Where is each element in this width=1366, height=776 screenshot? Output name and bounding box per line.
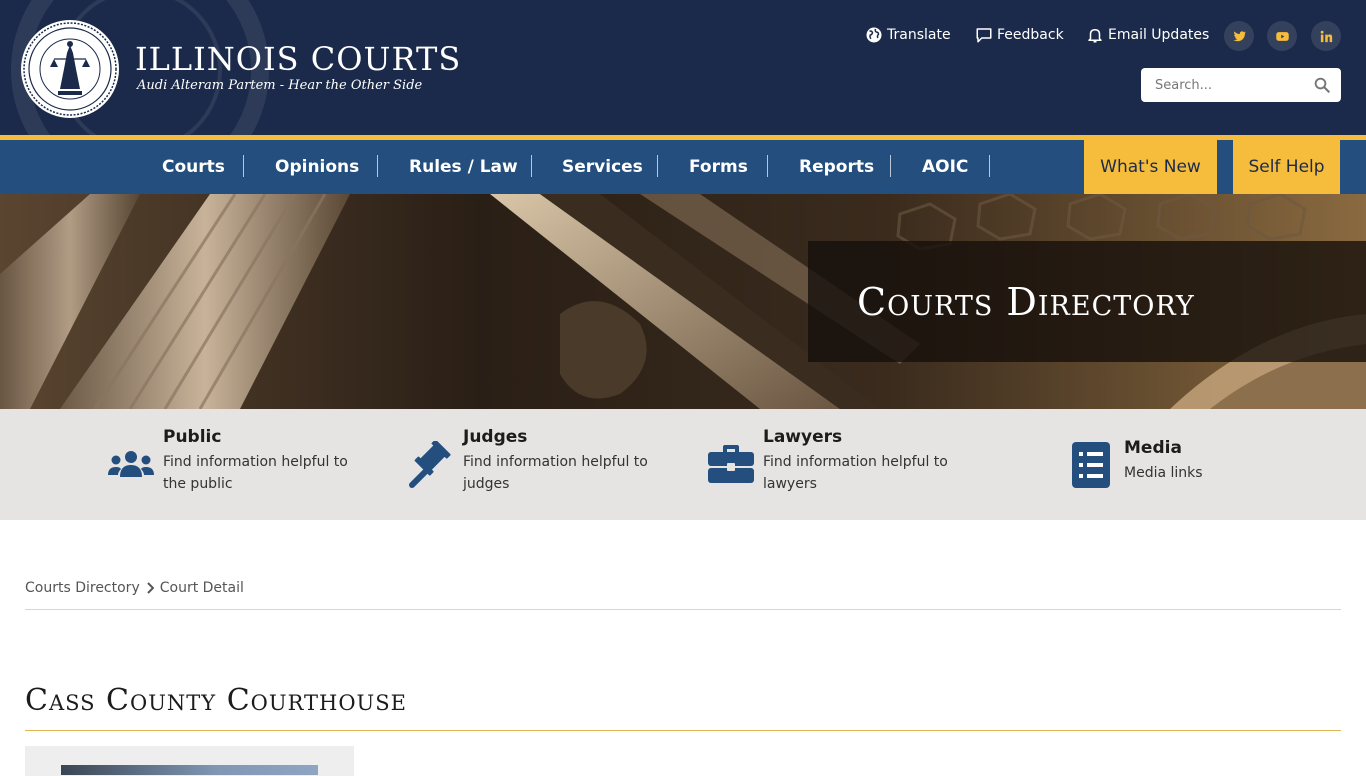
supreme-court-seal-icon xyxy=(21,20,119,118)
hero-title: Courts Directory xyxy=(857,279,1195,324)
twitter-link[interactable] xyxy=(1224,21,1254,51)
audience-title: Public xyxy=(163,427,222,447)
list-icon xyxy=(1072,442,1110,488)
gavel-icon xyxy=(409,441,451,488)
youtube-link[interactable] xyxy=(1267,21,1297,51)
nav-divider xyxy=(989,155,990,177)
audience-media[interactable]: Media Media links xyxy=(1072,409,1272,520)
site-title: ILLINOIS COURTS xyxy=(135,40,462,78)
feedback-link[interactable]: Feedback xyxy=(975,26,1064,44)
courthouse-photo-frame xyxy=(25,746,354,776)
youtube-icon xyxy=(1275,31,1289,41)
nav-divider xyxy=(767,155,768,177)
hero-title-box: Courts Directory xyxy=(808,241,1366,362)
nav-item-opinions[interactable]: Opinions xyxy=(275,140,359,194)
bell-icon xyxy=(1088,29,1102,43)
page-title: Cass County Courthouse xyxy=(25,683,407,718)
translate-link[interactable]: Translate xyxy=(865,26,951,44)
nav-item-courts[interactable]: Courts xyxy=(162,140,225,194)
audience-desc: Find information helpful to lawyers xyxy=(763,454,948,492)
email-updates-label: Email Updates xyxy=(1108,27,1210,43)
whats-new-button[interactable]: What's New xyxy=(1084,140,1217,194)
audience-band: Public Find information helpful to the p… xyxy=(0,409,1366,520)
nav-divider xyxy=(377,155,378,177)
nav-item-services[interactable]: Services xyxy=(562,140,643,194)
audience-public[interactable]: Public Find information helpful to the p… xyxy=(108,409,368,520)
self-help-button[interactable]: Self Help xyxy=(1233,140,1340,194)
title-underline xyxy=(25,730,1341,731)
search-icon[interactable] xyxy=(1313,76,1331,94)
main-nav: Courts Opinions Rules / Law Services For… xyxy=(0,140,1366,194)
chevron-right-icon xyxy=(147,582,154,594)
breadcrumb-courts-directory[interactable]: Courts Directory xyxy=(25,580,140,596)
nav-divider xyxy=(657,155,658,177)
audience-title: Lawyers xyxy=(763,427,843,447)
linkedin-icon xyxy=(1320,30,1332,42)
nav-divider xyxy=(531,155,532,177)
nav-item-forms[interactable]: Forms xyxy=(689,140,748,194)
audience-title: Judges xyxy=(463,427,528,447)
audience-judges[interactable]: Judges Find information helpful to judge… xyxy=(408,409,668,520)
courthouse-photo xyxy=(61,765,318,775)
site-header: ILLINOIS COURTS Audi Alteram Partem - He… xyxy=(0,0,1366,135)
nav-divider xyxy=(890,155,891,177)
speech-bubble-icon xyxy=(976,28,992,43)
breadcrumb: Courts Directory Court Detail xyxy=(25,580,244,596)
nav-item-aoic[interactable]: AOIC xyxy=(922,140,968,194)
translate-label: Translate xyxy=(887,27,951,43)
nav-divider xyxy=(243,155,244,177)
users-icon xyxy=(108,451,154,477)
audience-desc: Find information helpful to judges xyxy=(463,454,648,492)
audience-desc: Media links xyxy=(1124,465,1203,481)
nav-item-rules-law[interactable]: Rules / Law xyxy=(409,140,518,194)
audience-lawyers[interactable]: Lawyers Find information helpful to lawy… xyxy=(708,409,968,520)
breadcrumb-court-detail: Court Detail xyxy=(159,580,244,596)
audience-title: Media xyxy=(1124,438,1182,458)
breadcrumb-divider xyxy=(25,609,1341,610)
search-box xyxy=(1141,68,1341,102)
hero-banner: Courts Directory xyxy=(0,194,1366,409)
linkedin-link[interactable] xyxy=(1311,21,1341,51)
audience-desc: Find information helpful to the public xyxy=(163,454,348,492)
twitter-icon xyxy=(1233,30,1246,41)
site-motto: Audi Alteram Partem - Hear the Other Sid… xyxy=(137,78,423,93)
nav-item-reports[interactable]: Reports xyxy=(799,140,874,194)
search-input[interactable] xyxy=(1141,68,1311,102)
feedback-label: Feedback xyxy=(997,27,1064,43)
globe-icon xyxy=(866,27,882,43)
briefcase-icon xyxy=(708,445,754,483)
email-updates-link[interactable]: Email Updates xyxy=(1086,26,1209,44)
